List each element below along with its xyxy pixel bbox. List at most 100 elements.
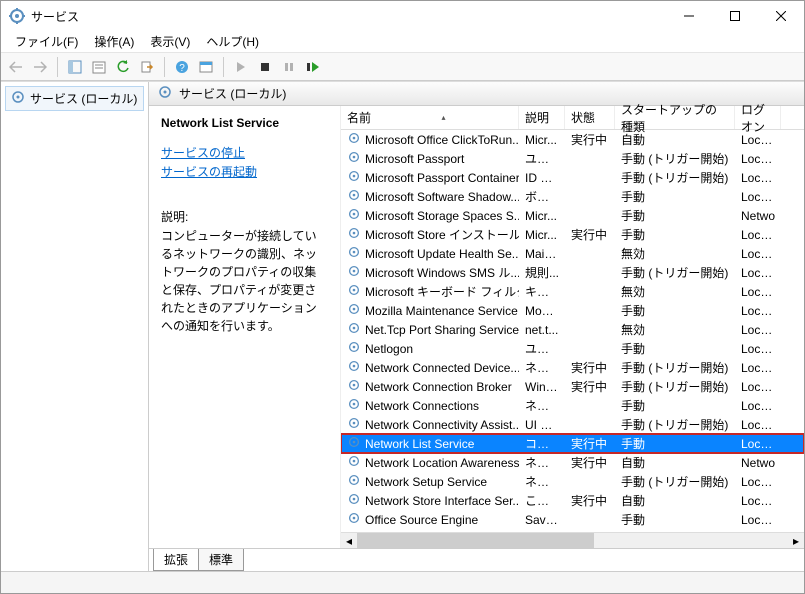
service-icon xyxy=(347,302,361,319)
service-start: 手動 (トリガー開始) xyxy=(615,150,735,167)
col-name[interactable]: 名前▴ xyxy=(341,106,519,129)
service-start: 手動 xyxy=(615,340,735,357)
link-stop-service[interactable]: サービスの停止 xyxy=(161,144,328,161)
service-row[interactable]: Network List Serviceコンピ...実行中手動Local S xyxy=(341,434,804,453)
service-name: Net.Tcp Port Sharing Service xyxy=(365,323,519,337)
service-logon: Local S xyxy=(735,133,781,147)
service-name: Network Store Interface Ser... xyxy=(365,494,519,508)
start-service-button[interactable] xyxy=(230,56,252,78)
service-icon xyxy=(347,473,361,490)
service-start: 手動 (トリガー開始) xyxy=(615,416,735,433)
service-icon xyxy=(347,188,361,205)
menu-action[interactable]: 操作(A) xyxy=(86,31,142,52)
service-name: Network Location Awareness xyxy=(365,456,519,470)
service-name: Network List Service xyxy=(365,437,474,451)
service-row[interactable]: Microsoft Office ClickToRun...Micr...実行中… xyxy=(341,130,804,149)
close-button[interactable] xyxy=(758,1,804,31)
service-desc: ユーザ... xyxy=(519,150,565,167)
svg-text:?: ? xyxy=(179,63,185,74)
col-startup[interactable]: スタートアップの種類 xyxy=(615,106,735,129)
service-name: Mozilla Maintenance Service xyxy=(365,304,518,318)
services-icon xyxy=(10,89,26,108)
tree-pane[interactable]: サービス (ローカル) xyxy=(1,82,149,571)
minimize-button[interactable] xyxy=(666,1,712,31)
service-row[interactable]: Microsoft Software Shadow...ボリュ...手動Loca… xyxy=(341,187,804,206)
help-button[interactable]: ? xyxy=(171,56,193,78)
tree-node-label: サービス (ローカル) xyxy=(30,90,137,107)
menu-help[interactable]: ヘルプ(H) xyxy=(198,31,267,52)
link-restart-service[interactable]: サービスの再起動 xyxy=(161,163,328,180)
service-row[interactable]: Network Connection BrokerWind...実行中手動 (ト… xyxy=(341,377,804,396)
service-name: Netlogon xyxy=(365,342,413,356)
service-name: Microsoft Store インストール ... xyxy=(365,226,519,243)
service-row[interactable]: Microsoft Windows SMS ル...規則...手動 (トリガー開… xyxy=(341,263,804,282)
service-row[interactable]: Microsoft Store インストール ...Micr...実行中手動Lo… xyxy=(341,225,804,244)
service-row[interactable]: Microsoft Passport ContainerID プ...手動 (ト… xyxy=(341,168,804,187)
service-start: 手動 xyxy=(615,302,735,319)
service-desc: Wind... xyxy=(519,380,565,394)
description-text: コンピューターが接続しているネットワークの識別、ネットワークのプロパティの収集と… xyxy=(161,227,328,335)
help2-button[interactable] xyxy=(195,56,217,78)
service-name: Microsoft Windows SMS ル... xyxy=(365,264,519,281)
tab-extended[interactable]: 拡張 xyxy=(153,549,199,571)
service-row[interactable]: Network Location Awarenessネット...実行中自動Net… xyxy=(341,453,804,472)
service-start: 手動 xyxy=(615,207,735,224)
service-row[interactable]: Microsoft Storage Spaces S...Micr...手動Ne… xyxy=(341,206,804,225)
service-desc: ボリュ... xyxy=(519,188,565,205)
service-desc: ネット... xyxy=(519,359,565,376)
service-row[interactable]: Mozilla Maintenance ServiceMozi...手動Loca… xyxy=(341,301,804,320)
show-hide-tree-button[interactable] xyxy=(64,56,86,78)
refresh-button[interactable] xyxy=(112,56,134,78)
service-desc: このサ... xyxy=(519,492,565,509)
service-row[interactable]: Netlogonユーザ...手動Local S xyxy=(341,339,804,358)
service-logon: Local S xyxy=(735,361,781,375)
stop-service-button[interactable] xyxy=(254,56,276,78)
pause-service-button[interactable] xyxy=(278,56,300,78)
service-icon xyxy=(347,511,361,528)
service-logon: Netwo xyxy=(735,456,781,470)
nav-back-button[interactable] xyxy=(5,56,27,78)
titlebar[interactable]: サービス xyxy=(1,1,804,31)
maximize-button[interactable] xyxy=(712,1,758,31)
service-logon: Local S xyxy=(735,475,781,489)
col-logon[interactable]: ログオン xyxy=(735,106,781,129)
scroll-thumb[interactable] xyxy=(357,533,594,548)
service-start: 手動 xyxy=(615,511,735,528)
menu-view[interactable]: 表示(V) xyxy=(142,31,198,52)
nav-fwd-button[interactable] xyxy=(29,56,51,78)
properties-button[interactable] xyxy=(88,56,110,78)
service-row[interactable]: Network Connectivity Assist...UI コ...手動 … xyxy=(341,415,804,434)
service-start: 手動 xyxy=(615,435,735,452)
service-logon: Local S xyxy=(735,494,781,508)
service-start: 手動 (トリガー開始) xyxy=(615,359,735,376)
service-name: Microsoft Passport Container xyxy=(365,171,519,185)
service-rows[interactable]: Microsoft Office ClickToRun...Micr...実行中… xyxy=(341,130,804,532)
service-row[interactable]: Net.Tcp Port Sharing Servicenet.t...無効Lo… xyxy=(341,320,804,339)
tab-standard[interactable]: 標準 xyxy=(198,549,244,571)
service-name: Microsoft キーボード フィルター xyxy=(365,283,519,300)
service-row[interactable]: Network Store Interface Ser...このサ...実行中自… xyxy=(341,491,804,510)
service-row[interactable]: Network Setup Serviceネット...手動 (トリガー開始)Lo… xyxy=(341,472,804,491)
service-logon: Local S xyxy=(735,152,781,166)
service-row[interactable]: Office Source EngineSave...手動Local S xyxy=(341,510,804,529)
col-status[interactable]: 状態 xyxy=(565,106,615,129)
service-row[interactable]: Network Connected Device...ネット...実行中手動 (… xyxy=(341,358,804,377)
service-logon: Local S xyxy=(735,285,781,299)
restart-service-button[interactable] xyxy=(302,56,324,78)
service-row[interactable]: Microsoft Update Health Se...Main...無効Lo… xyxy=(341,244,804,263)
service-start: 手動 xyxy=(615,188,735,205)
service-icon xyxy=(347,492,361,509)
service-name: Office Source Engine xyxy=(365,513,478,527)
service-row[interactable]: Network Connectionsネット...手動Local S xyxy=(341,396,804,415)
service-row[interactable]: Microsoft Passportユーザ...手動 (トリガー開始)Local… xyxy=(341,149,804,168)
scroll-left-icon[interactable]: ◂ xyxy=(341,533,357,548)
export-button[interactable] xyxy=(136,56,158,78)
service-icon xyxy=(347,245,361,262)
menu-file[interactable]: ファイル(F) xyxy=(7,31,86,52)
tree-node-local[interactable]: サービス (ローカル) xyxy=(5,86,144,111)
service-logon: Local S xyxy=(735,380,781,394)
horiz-scrollbar[interactable]: ◂ ▸ xyxy=(341,532,804,548)
scroll-right-icon[interactable]: ▸ xyxy=(788,533,804,548)
col-desc[interactable]: 説明 xyxy=(519,106,565,129)
service-row[interactable]: Microsoft キーボード フィルターキーボ...無効Local S xyxy=(341,282,804,301)
